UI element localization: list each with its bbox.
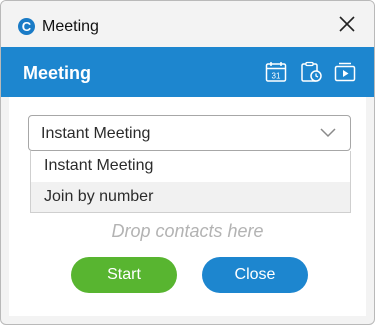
dropdown-option-join-by-number[interactable]: Join by number bbox=[31, 182, 350, 212]
window-title: Meeting bbox=[42, 18, 99, 35]
schedule-clipboard-icon[interactable] bbox=[299, 60, 323, 84]
start-button[interactable]: Start bbox=[71, 257, 177, 293]
header-title: Meeting bbox=[23, 63, 92, 83]
meeting-content: Instant Meeting Instant Meeting Join by … bbox=[9, 97, 366, 316]
meeting-window: C Meeting Meeting 31 Instant Meeting Ins… bbox=[0, 0, 375, 325]
dropdown-option-instant-meeting[interactable]: Instant Meeting bbox=[31, 151, 350, 181]
close-icon[interactable] bbox=[338, 15, 356, 33]
calendar-icon[interactable]: 31 bbox=[264, 60, 288, 84]
meeting-header: Meeting 31 bbox=[1, 47, 374, 97]
meeting-type-select[interactable]: Instant Meeting bbox=[28, 115, 351, 151]
meeting-type-dropdown-list: Instant Meeting Join by number bbox=[30, 151, 351, 213]
close-button[interactable]: Close bbox=[202, 257, 308, 293]
calendar-day-number: 31 bbox=[272, 72, 281, 81]
window-titlebar: C Meeting bbox=[1, 1, 374, 46]
media-player-icon[interactable] bbox=[333, 60, 357, 84]
meeting-type-selected-value: Instant Meeting bbox=[41, 125, 151, 142]
drop-contacts-hint: Drop contacts here bbox=[111, 221, 264, 241]
app-logo-icon: C bbox=[18, 18, 35, 35]
chevron-down-icon bbox=[320, 128, 336, 138]
